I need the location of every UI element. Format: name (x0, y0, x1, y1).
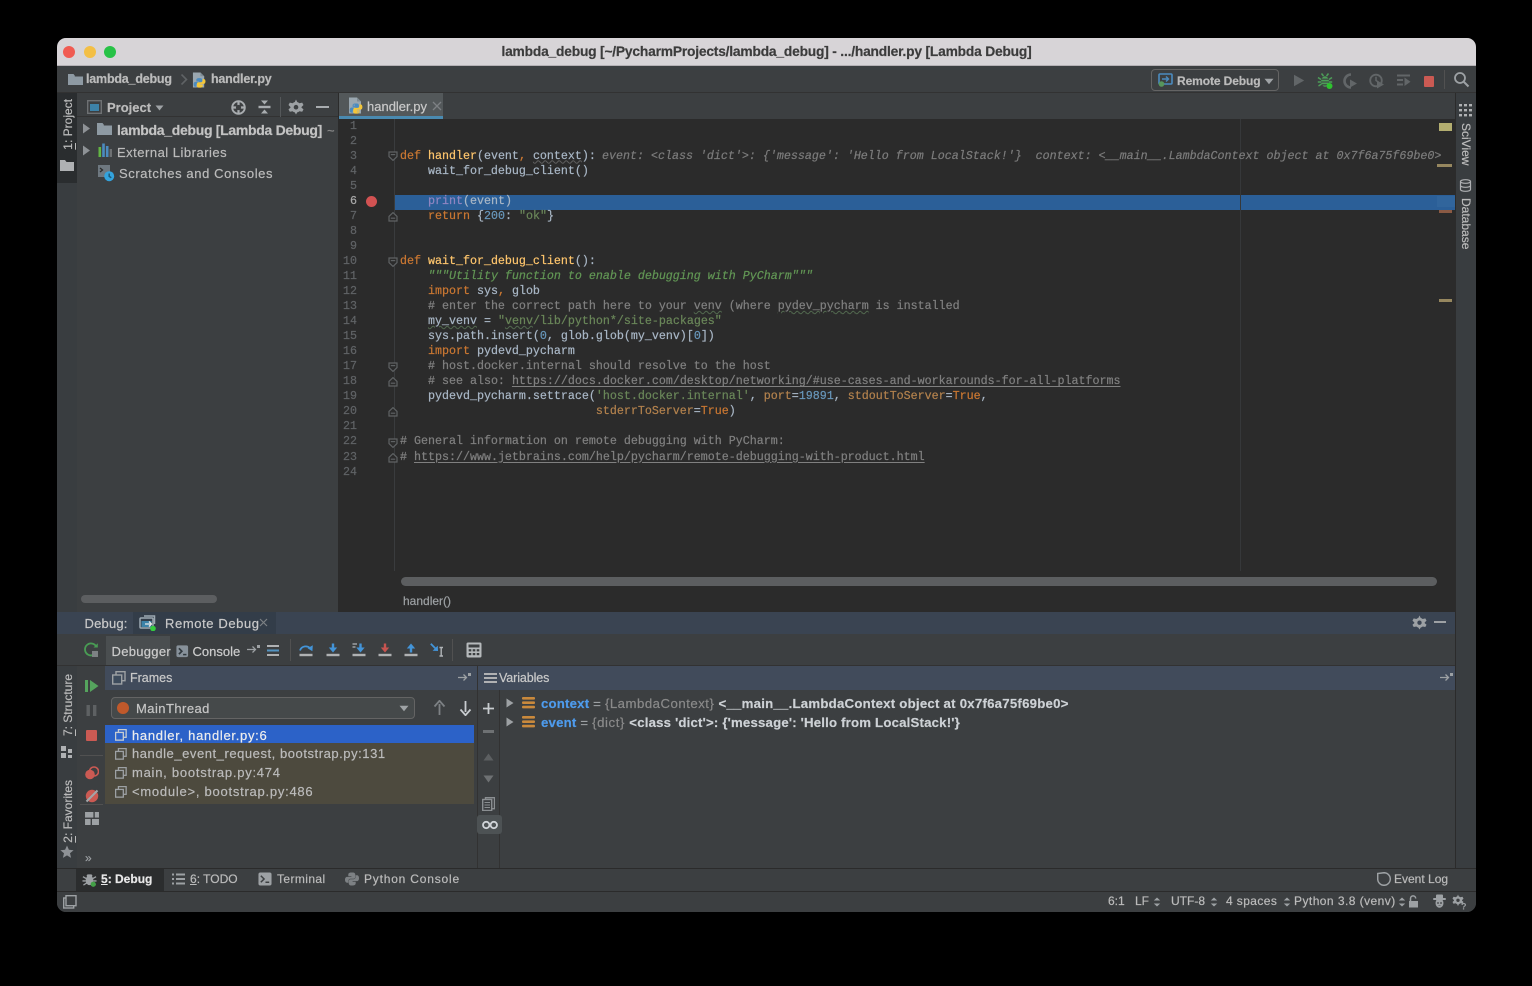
svg-text:?: ? (1461, 902, 1467, 911)
